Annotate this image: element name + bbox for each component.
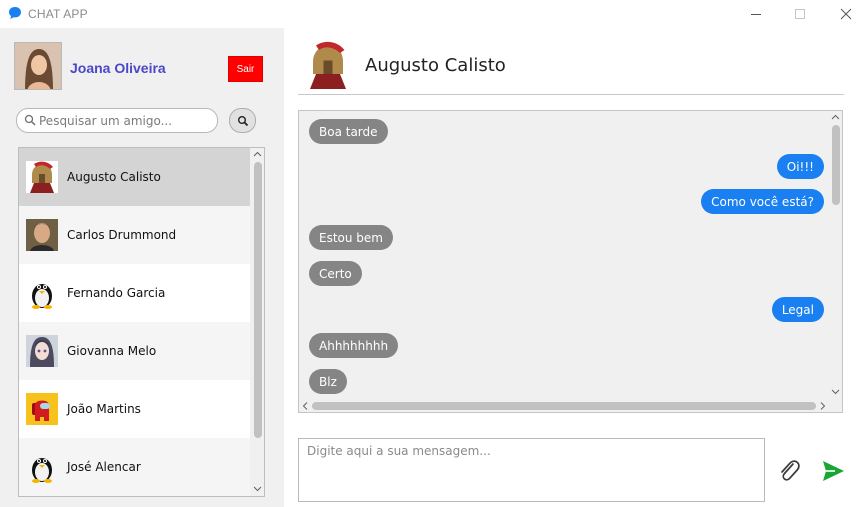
logout-button[interactable]: Sair bbox=[228, 56, 263, 82]
penguin-icon bbox=[26, 451, 58, 483]
friend-avatar bbox=[26, 335, 58, 367]
friend-item-augusto-calisto[interactable]: Augusto Calisto bbox=[19, 148, 250, 206]
friend-avatar bbox=[26, 219, 58, 251]
user-avatar bbox=[14, 42, 62, 90]
search-icon bbox=[237, 115, 248, 126]
friend-avatar bbox=[26, 161, 58, 193]
message-bubble-received: Certo bbox=[309, 261, 362, 286]
friend-item-jose-alencar[interactable]: José Alencar bbox=[19, 438, 250, 496]
friend-avatar bbox=[26, 393, 58, 425]
woman-photo-avatar-icon bbox=[15, 43, 61, 89]
friend-name: João Martins bbox=[67, 402, 141, 416]
app-title: CHAT APP bbox=[28, 7, 88, 21]
man-photo-icon bbox=[26, 219, 58, 251]
title-bar: CHAT APP bbox=[0, 0, 864, 28]
scrollbar-thumb[interactable] bbox=[832, 125, 840, 205]
search-button[interactable] bbox=[229, 108, 256, 133]
message-bubble-received: Estou bem bbox=[309, 225, 393, 250]
chevron-up-icon[interactable] bbox=[828, 111, 843, 123]
chevron-left-icon[interactable] bbox=[299, 399, 311, 413]
friends-scrollbar[interactable] bbox=[250, 148, 265, 496]
send-icon[interactable] bbox=[820, 457, 846, 485]
chevron-down-icon[interactable] bbox=[250, 483, 265, 495]
message-bubble-sent: Oi!!! bbox=[776, 154, 824, 179]
friend-item-giovanna-melo[interactable]: Giovanna Melo bbox=[19, 322, 250, 380]
scrollbar-thumb[interactable] bbox=[312, 402, 816, 410]
friend-item-joao-martins[interactable]: João Martins bbox=[19, 380, 250, 438]
chevron-right-icon[interactable] bbox=[817, 399, 829, 413]
friend-name: Augusto Calisto bbox=[67, 170, 161, 184]
search-field[interactable] bbox=[16, 108, 218, 133]
contact-name: Augusto Calisto bbox=[365, 55, 506, 76]
message-bubble-received: Boa tarde bbox=[309, 119, 388, 144]
contact-avatar bbox=[304, 41, 352, 89]
chevron-down-icon[interactable] bbox=[828, 386, 843, 398]
scrollbar-thumb[interactable] bbox=[254, 162, 262, 438]
anime-girl-icon bbox=[26, 335, 58, 367]
message-bubble-sent: Legal bbox=[771, 297, 824, 322]
chat-history: Boa tarde Oi!!! Como você está? Estou be… bbox=[298, 110, 843, 413]
penguin-icon bbox=[26, 277, 58, 309]
friend-item-carlos-drummond[interactable]: Carlos Drummond bbox=[19, 206, 250, 264]
message-field[interactable] bbox=[298, 438, 765, 502]
maximize-icon[interactable] bbox=[790, 4, 810, 24]
user-name: Joana Oliveira bbox=[70, 60, 166, 76]
spartan-warrior-icon bbox=[26, 161, 58, 193]
spartan-warrior-icon bbox=[304, 41, 352, 89]
chevron-up-icon[interactable] bbox=[250, 148, 265, 160]
paperclip-icon[interactable] bbox=[776, 457, 802, 485]
chat-bubble-icon bbox=[9, 7, 21, 19]
friend-name: Giovanna Melo bbox=[67, 344, 157, 358]
friend-avatar bbox=[26, 451, 58, 483]
header-divider bbox=[298, 94, 844, 95]
friend-item-fernando-garcia[interactable]: Fernando Garcia bbox=[19, 264, 250, 322]
among-us-icon bbox=[26, 393, 58, 425]
chat-horizontal-scrollbar[interactable] bbox=[299, 399, 829, 413]
message-bubble-received: Blz bbox=[309, 369, 347, 394]
friend-name: Carlos Drummond bbox=[67, 228, 177, 242]
message-bubble-sent: Como você está? bbox=[701, 189, 824, 214]
friend-name: Fernando Garcia bbox=[67, 286, 166, 300]
sidebar: Joana Oliveira Sair Pesquisar um amigo..… bbox=[0, 28, 284, 507]
friend-name: José Alencar bbox=[67, 460, 141, 474]
chat-app-window: CHAT APP Joana Oliveira Sair Pesquisar u… bbox=[0, 0, 864, 507]
message-bubble-received: Ahhhhhhhh bbox=[309, 333, 399, 358]
friends-list: Augusto Calisto Carlos Drummond Fernando… bbox=[18, 147, 265, 497]
friend-avatar bbox=[26, 277, 58, 309]
search-input[interactable] bbox=[39, 112, 215, 129]
chat-vertical-scrollbar[interactable] bbox=[828, 111, 843, 399]
close-icon[interactable] bbox=[836, 4, 856, 24]
search-icon bbox=[24, 114, 36, 126]
message-input[interactable] bbox=[299, 439, 764, 501]
minimize-icon[interactable] bbox=[746, 4, 766, 24]
